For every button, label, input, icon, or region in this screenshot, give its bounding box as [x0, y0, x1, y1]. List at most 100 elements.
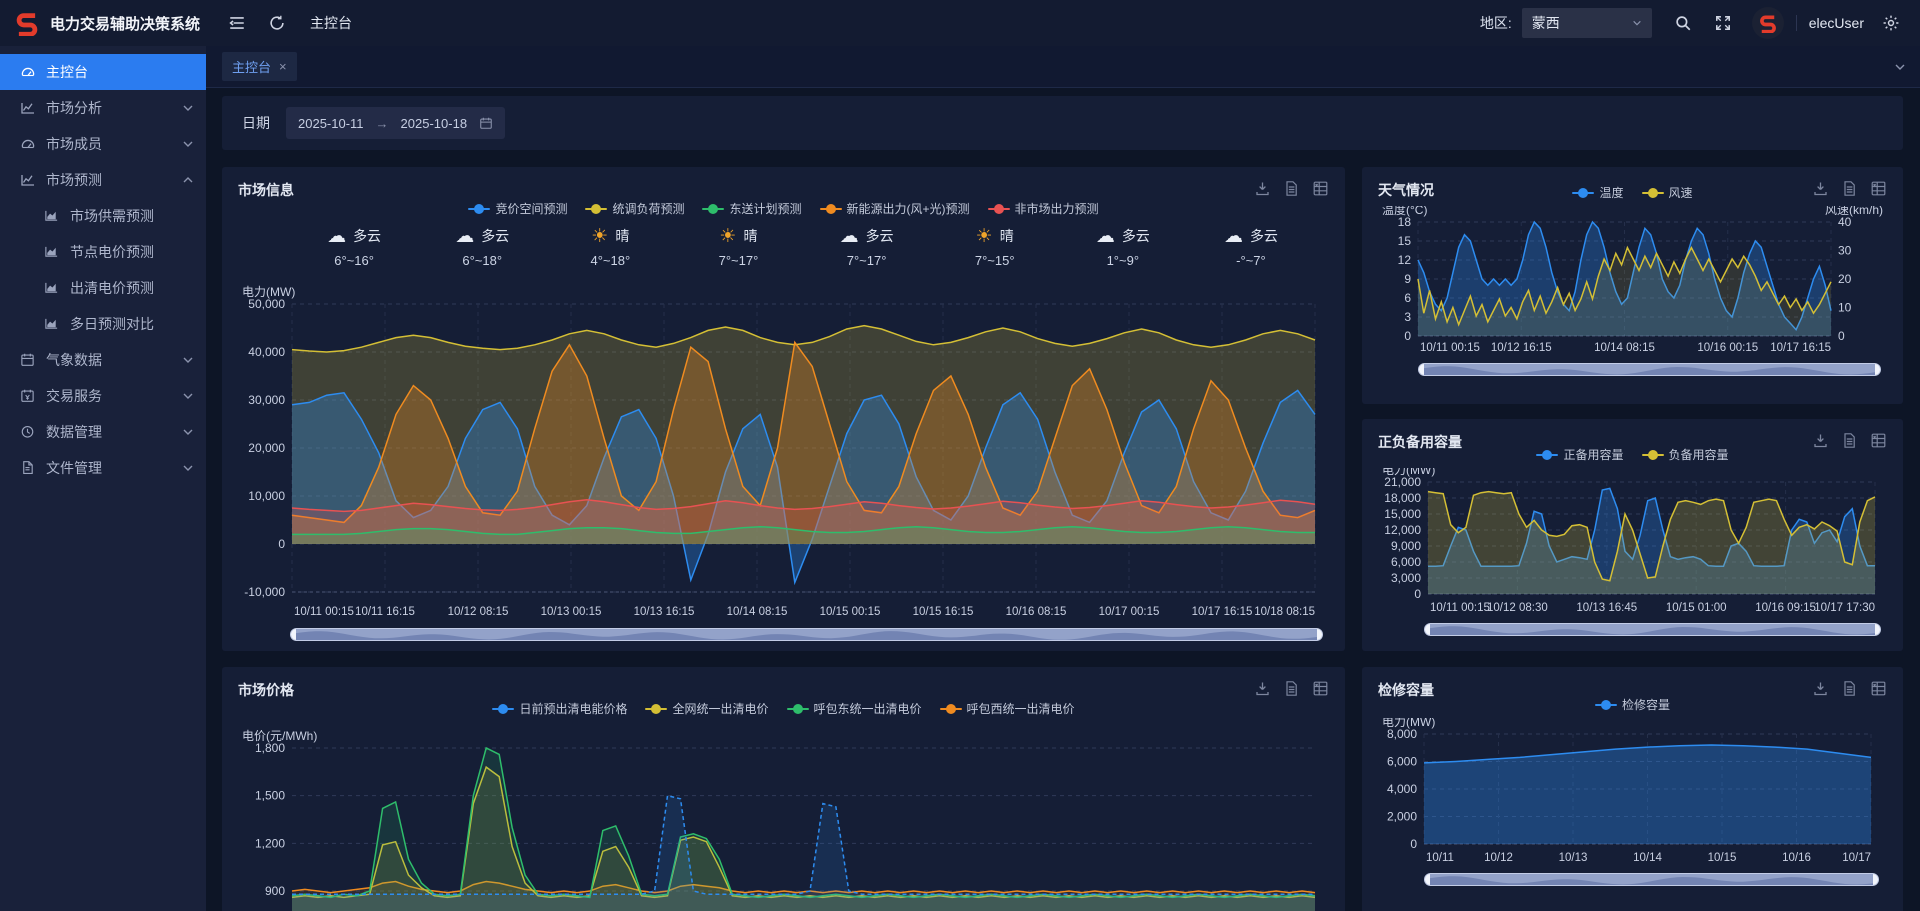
datazoom-handle-left[interactable] [1425, 874, 1430, 885]
legend-item[interactable]: 呼包西统一出清电价 [940, 700, 1075, 717]
legend-item[interactable]: 统调负荷预测 [585, 200, 684, 217]
user-avatar[interactable] [1752, 7, 1784, 39]
svg-text:30,000: 30,000 [248, 393, 285, 407]
legend-marker [585, 204, 607, 214]
datazoom-handle-right[interactable] [1873, 874, 1878, 885]
calendar-icon [20, 352, 36, 368]
top-navbar: 电力交易辅助决策系统 主控台 地区: 蒙西 elecUser [0, 0, 1920, 46]
legend-item[interactable]: 温度 [1572, 184, 1623, 201]
legend-market-price: 日前预出清电能价格 全网统一出清电价 呼包东统一出清电价 呼包西统一出清电价 [238, 700, 1329, 720]
chart-reserve[interactable]: 21,00018,00015,00012,0009,0006,0003,0000… [1378, 468, 1887, 618]
svg-text:10/17: 10/17 [1842, 852, 1871, 864]
sidebar-collapse-icon[interactable] [228, 14, 246, 32]
legend-item[interactable]: 新能源出力(风+光)预测 [820, 200, 970, 217]
tab-close-icon[interactable]: × [279, 60, 287, 73]
legend-marker [645, 704, 667, 714]
sidebar-item-file-management[interactable]: 文件管理 [0, 450, 206, 486]
download-icon[interactable] [1254, 180, 1271, 197]
export-excel-icon[interactable] [1870, 180, 1887, 197]
legend-item[interactable]: 全网统一出清电价 [645, 700, 768, 717]
export-excel-icon[interactable] [1312, 180, 1329, 197]
svg-text:0: 0 [1838, 329, 1845, 343]
download-icon[interactable] [1812, 432, 1829, 449]
sidebar-item-label: 市场供需预测 [70, 206, 194, 226]
export-file-icon[interactable] [1283, 680, 1300, 697]
legend-market-info: 竞价空间预测 统调负荷预测 东送计划预测 新能源出力(风+光)预测 非市场出力预测 [238, 200, 1329, 220]
export-excel-icon[interactable] [1312, 680, 1329, 697]
date-range-picker[interactable]: 2025-10-11 → 2025-10-18 [286, 107, 505, 139]
refresh-icon[interactable] [268, 14, 286, 32]
legend-item[interactable]: 检修容量 [1595, 696, 1670, 713]
export-file-icon[interactable] [1841, 432, 1858, 449]
username[interactable]: elecUser [1796, 15, 1864, 31]
datazoom-slider-maintenance[interactable] [1424, 873, 1879, 886]
legend-label: 正备用容量 [1563, 446, 1623, 463]
export-excel-icon[interactable] [1870, 680, 1887, 697]
legend-label: 新能源出力(风+光)预测 [847, 200, 970, 217]
datazoom-handle-right[interactable] [1317, 629, 1322, 640]
export-excel-icon[interactable] [1870, 432, 1887, 449]
chart-weather[interactable]: 181512963040302010010/11 00:1510/12 16:1… [1378, 206, 1887, 358]
datazoom-handle-right[interactable] [1875, 364, 1880, 375]
legend-item[interactable]: 东送计划预测 [702, 200, 801, 217]
sidebar-item-market-members[interactable]: 市场成员 [0, 126, 206, 162]
svg-text:10/18 08:15: 10/18 08:15 [1254, 606, 1315, 618]
download-icon[interactable] [1812, 680, 1829, 697]
download-icon[interactable] [1254, 680, 1271, 697]
chart-market-price[interactable]: 1,8001,5001,2009006003000电价(元/MWh) [238, 724, 1329, 911]
legend-item[interactable]: 风速 [1642, 184, 1693, 201]
export-file-icon[interactable] [1841, 680, 1858, 697]
legend-item[interactable]: 非市场出力预测 [988, 200, 1099, 217]
datazoom-handle-left[interactable] [1419, 364, 1424, 375]
sidebar-item-weather-data[interactable]: 气象数据 [0, 342, 206, 378]
datazoom-handle-right[interactable] [1875, 624, 1880, 635]
legend-item[interactable]: 日前预出清电能价格 [492, 700, 627, 717]
legend-marker [1572, 188, 1594, 198]
sidebar-item-data-management[interactable]: 数据管理 [0, 414, 206, 450]
chart-market-info[interactable]: 50,00040,00030,00020,00010,0000-10,00010… [238, 284, 1329, 622]
legend-item[interactable]: 竞价空间预测 [468, 200, 567, 217]
svg-text:电价(元/MWh): 电价(元/MWh) [242, 729, 317, 743]
datazoom-slider-reserve[interactable] [1424, 623, 1881, 636]
region-select[interactable]: 蒙西 [1522, 8, 1652, 38]
sidebar-subitem-node-price-forecast[interactable]: 节点电价预测 [0, 234, 206, 270]
sidebar-subitem-supply-demand-forecast[interactable]: 市场供需预测 [0, 198, 206, 234]
panel-actions [1254, 180, 1329, 197]
download-icon[interactable] [1812, 180, 1829, 197]
weather-forecast-item: ☀晴4°~18° [546, 226, 674, 282]
legend-item[interactable]: 正备用容量 [1536, 446, 1623, 463]
legend-marker [1595, 700, 1617, 710]
svg-text:10/14 08:15: 10/14 08:15 [1594, 342, 1655, 354]
sidebar-item-trading-services[interactable]: 交易服务 [0, 378, 206, 414]
legend-label: 竞价空间预测 [495, 200, 567, 217]
export-file-icon[interactable] [1283, 180, 1300, 197]
date-range-arrow: → [376, 116, 389, 131]
sidebar-subitem-multi-day-comparison[interactable]: 多日预测对比 [0, 306, 206, 342]
sidebar-item-console[interactable]: 主控台 [0, 54, 206, 90]
legend-item[interactable]: 呼包东统一出清电价 [787, 700, 922, 717]
svg-text:9: 9 [1404, 272, 1411, 286]
svg-text:10/11 00:15: 10/11 00:15 [1430, 602, 1490, 614]
start-date[interactable]: 2025-10-11 [298, 116, 364, 131]
svg-text:20,000: 20,000 [248, 441, 285, 455]
sidebar-subitem-clearing-price-forecast[interactable]: 出清电价预测 [0, 270, 206, 306]
datazoom-handle-left[interactable] [291, 629, 296, 640]
sidebar-item-market-forecast[interactable]: 市场预测 [0, 162, 206, 198]
legend-item[interactable]: 负备用容量 [1642, 446, 1729, 463]
sidebar-item-label: 文件管理 [46, 458, 172, 478]
export-file-icon[interactable] [1841, 180, 1858, 197]
datazoom-slider-market-info[interactable] [290, 628, 1323, 641]
search-icon[interactable] [1674, 14, 1692, 32]
svg-text:18: 18 [1398, 215, 1412, 229]
tab-console[interactable]: 主控台 × [222, 52, 297, 81]
panel-title-reserve: 正负备用容量 [1378, 432, 1462, 452]
sidebar-item-market-analysis[interactable]: 市场分析 [0, 90, 206, 126]
chart-maintenance[interactable]: 8,0006,0004,0002,000010/1110/1210/1310/1… [1378, 718, 1887, 868]
gear-icon[interactable] [1882, 14, 1900, 32]
end-date[interactable]: 2025-10-18 [401, 116, 468, 131]
datazoom-handle-left[interactable] [1425, 624, 1430, 635]
tabbar-chevron-down-icon[interactable] [1894, 61, 1906, 73]
fullscreen-icon[interactable] [1714, 14, 1732, 32]
tab-bar: 主控台 × [206, 46, 1920, 88]
datazoom-slider-weather[interactable] [1418, 363, 1881, 376]
